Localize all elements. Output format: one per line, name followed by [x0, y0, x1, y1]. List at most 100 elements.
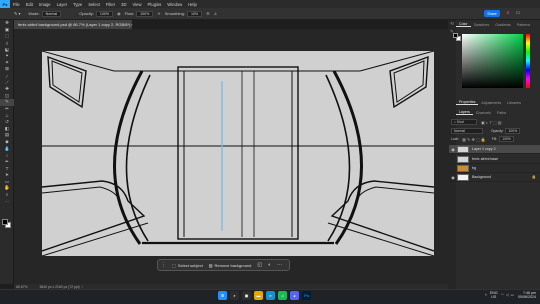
brush-tool-icon[interactable]: ✎	[0, 99, 14, 106]
hand-tool-icon[interactable]: ✋	[0, 185, 14, 192]
windows-start-icon[interactable]: ⊞	[218, 291, 227, 300]
color-picker-field[interactable]	[462, 34, 523, 88]
type-tool-icon[interactable]: T	[0, 165, 14, 172]
move-tool-icon[interactable]: ✥	[0, 20, 14, 27]
frame-tool-icon[interactable]: ⊠	[0, 66, 14, 73]
gradient-tool-icon[interactable]: ▤	[0, 132, 14, 139]
tab-layers[interactable]: Layers	[456, 110, 473, 115]
blend-mode-select[interactable]: Normal	[451, 128, 483, 134]
fill-input[interactable]: 100%	[499, 136, 514, 142]
blur-tool-icon[interactable]: 💧	[0, 145, 14, 152]
lasso-tool-icon[interactable]: ℓ	[0, 40, 14, 47]
more-options-icon[interactable]: ···	[277, 262, 282, 268]
layer-row[interactable]: ◉ Background 🔒	[449, 173, 540, 182]
ruler-tool-icon[interactable]: ⟋	[0, 79, 14, 86]
tab-color[interactable]: Color	[456, 22, 471, 27]
layer-kind-filter[interactable]: ⌕ Kind	[451, 119, 477, 125]
clone-stamp-tool-icon[interactable]: ⊥	[0, 112, 14, 119]
layer-row[interactable]: ◉ Layer 1 copy 2	[449, 145, 540, 154]
menu-view[interactable]: View	[130, 2, 145, 7]
foreground-color-swatch[interactable]	[2, 219, 8, 225]
crop-tool-icon[interactable]: ⌗	[0, 60, 14, 67]
file-explorer-icon[interactable]: ▬	[254, 291, 263, 300]
menu-image[interactable]: Image	[36, 2, 54, 7]
menu-plugins[interactable]: Plugins	[145, 2, 165, 7]
smoothing-settings-icon[interactable]: ⚙	[206, 11, 210, 16]
task-view-icon[interactable]: ▣	[242, 291, 251, 300]
menu-edit[interactable]: Edit	[23, 2, 36, 7]
tab-libraries[interactable]: Libraries	[504, 101, 524, 105]
drag-handle-icon[interactable]: ⋮	[161, 262, 166, 268]
more-tools-icon[interactable]: ···	[0, 198, 14, 205]
photoshop-taskbar-icon[interactable]: Ps	[302, 291, 311, 300]
healing-brush-tool-icon[interactable]: ✚	[0, 86, 14, 93]
search-icon[interactable]: ⌕	[505, 10, 511, 17]
visibility-eye-icon[interactable]: ◉	[449, 147, 457, 152]
tab-paths[interactable]: Paths	[494, 111, 509, 115]
language-indicator[interactable]: ENG US	[490, 291, 498, 299]
adjust-icon[interactable]: ◐	[268, 262, 271, 268]
paint-bucket-tool-icon[interactable]: ◆	[0, 139, 14, 146]
artboard-tool-icon[interactable]: ▣	[0, 27, 14, 34]
spotify-icon[interactable]: ♫	[278, 291, 287, 300]
object-select-tool-icon[interactable]: ⬕	[0, 46, 14, 53]
tab-gradients[interactable]: Gradients	[492, 23, 514, 27]
marquee-tool-icon[interactable]: ⬚	[0, 33, 14, 40]
flow-input[interactable]: 100%	[136, 10, 154, 17]
taskbar-search-icon[interactable]: ⌕	[230, 291, 239, 300]
angle-icon[interactable]: ∠	[214, 11, 218, 16]
opacity-input[interactable]: 100%	[95, 10, 114, 17]
filter-icons[interactable]: ▣ ◐ T ⬚ ▤	[481, 120, 502, 125]
menu-filter[interactable]: Filter	[103, 2, 118, 7]
status-chevron-icon[interactable]: ›	[82, 285, 83, 289]
hue-slider[interactable]	[526, 34, 530, 88]
zoom-tool-icon[interactable]: ⌕	[0, 191, 14, 198]
menu-window[interactable]: Window	[164, 2, 185, 7]
airbrush-icon[interactable]: ✈	[157, 11, 160, 16]
tab-adjustments[interactable]: Adjustments	[478, 101, 504, 105]
pencil-tool-icon[interactable]: ✏	[0, 106, 14, 113]
menu-select[interactable]: Select	[85, 2, 103, 7]
lock-icons[interactable]: ▦ ✎ ✥ ⬚ 🔒	[462, 137, 486, 142]
smoothing-input[interactable]: 10%	[186, 10, 203, 17]
magic-wand-tool-icon[interactable]: ✦	[0, 53, 14, 60]
tray-expand-icon[interactable]: ˄	[485, 293, 487, 297]
discord-icon[interactable]: ◕	[290, 291, 299, 300]
pen-tool-icon[interactable]: ✒	[0, 158, 14, 165]
transform-icon[interactable]: ◱	[257, 262, 262, 268]
visibility-eye-icon[interactable]: ◉	[449, 175, 457, 180]
wifi-icon[interactable]: ◠	[501, 293, 504, 297]
battery-icon[interactable]: ▭	[511, 293, 514, 297]
tab-patterns[interactable]: Patterns	[514, 23, 533, 27]
zoom-level[interactable]: 66.67%	[16, 285, 28, 289]
menu-help[interactable]: Help	[185, 2, 200, 7]
close-icon[interactable]: ×	[130, 22, 132, 27]
mode-select[interactable]: Normal	[41, 10, 62, 17]
menu-layer[interactable]: Layer	[54, 2, 70, 7]
panel-foreground-swatch[interactable]	[453, 33, 458, 38]
tab-channels[interactable]: Channels	[473, 111, 494, 115]
eyedropper-tool-icon[interactable]: ⁄	[0, 73, 14, 80]
tab-properties[interactable]: Properties	[456, 100, 479, 105]
pressure-opacity-icon[interactable]: ◉	[117, 11, 121, 16]
rectangle-tool-icon[interactable]: ▭	[0, 178, 14, 185]
layer-row[interactable]: bg	[449, 164, 540, 173]
volume-icon[interactable]: ◁	[506, 293, 509, 297]
brush-preset-picker[interactable]: ✎ ▾	[14, 11, 20, 16]
patch-tool-icon[interactable]: ◫	[0, 93, 14, 100]
tab-swatches[interactable]: Swatches	[471, 23, 493, 27]
eraser-tool-icon[interactable]: ◧	[0, 126, 14, 133]
workspace-icon[interactable]: ▭	[515, 10, 521, 17]
edge-browser-icon[interactable]: e	[266, 291, 275, 300]
layer-row[interactable]: fenix airbnl base	[449, 155, 540, 164]
history-brush-tool-icon[interactable]: ↺	[0, 119, 14, 126]
remove-background-button[interactable]: ▨ Remove background	[209, 263, 252, 268]
share-button[interactable]: Share	[484, 10, 500, 17]
menu-3d[interactable]: 3D	[118, 2, 129, 7]
clock[interactable]: 7:46 pm 05/06/2024	[518, 291, 536, 299]
document-tab[interactable]: fenix airbnl background.psd @ 66.7% (Lay…	[14, 20, 133, 29]
menu-file[interactable]: File	[10, 2, 23, 7]
document-canvas[interactable]	[42, 51, 434, 256]
path-select-tool-icon[interactable]: ➤	[0, 172, 14, 179]
dodge-tool-icon[interactable]: ○	[0, 152, 14, 159]
